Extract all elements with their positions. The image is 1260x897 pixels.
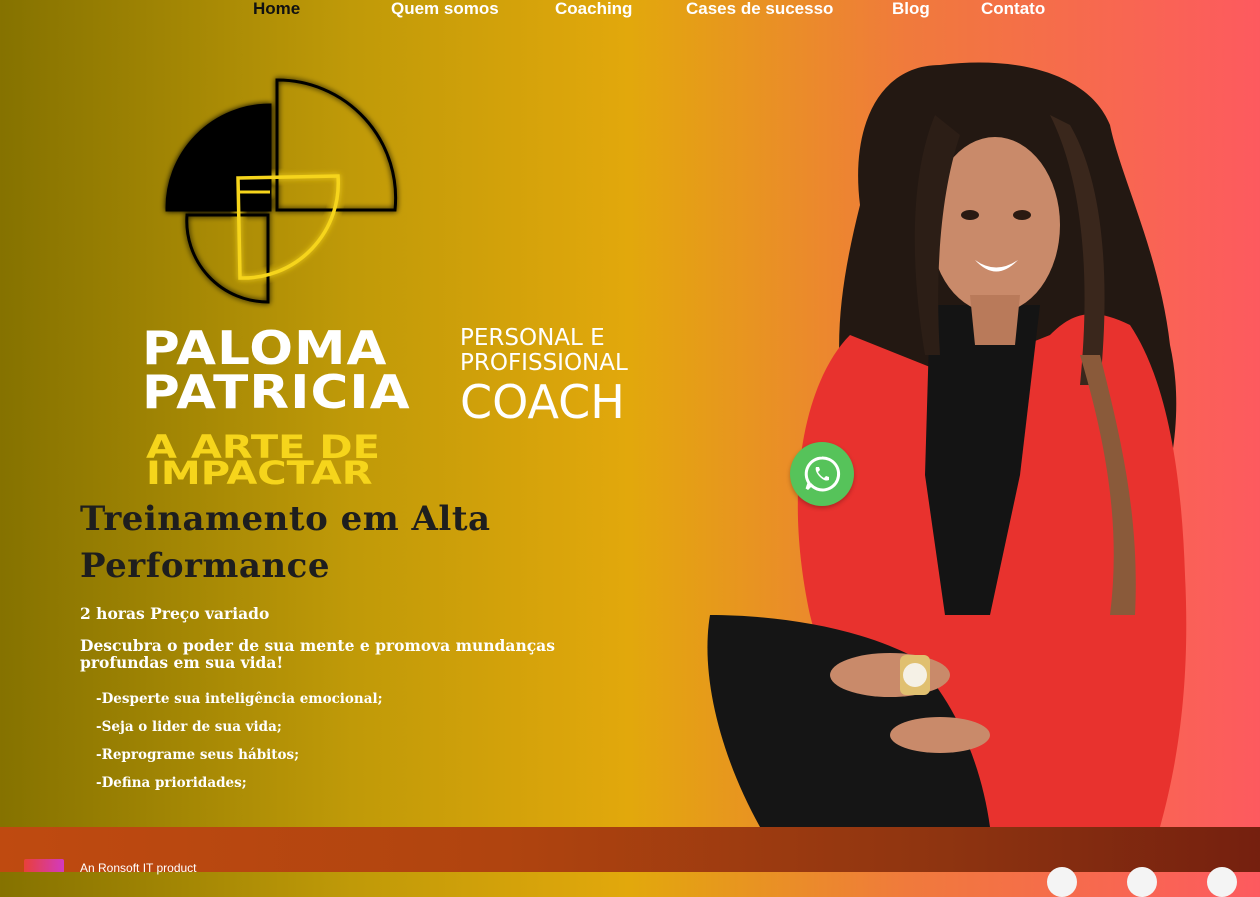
nav-home[interactable]: Home [253, 0, 300, 19]
brand-sub-line1: PERSONAL E [460, 325, 605, 351]
whatsapp-icon [804, 456, 841, 492]
brand-sub-line2: PROFISSIONAL [460, 350, 628, 376]
nav-quem-somos[interactable]: Quem somos [391, 0, 499, 19]
whatsapp-button[interactable] [790, 442, 854, 506]
service-meta: 2 horas Preço variado [80, 604, 270, 623]
service-title: Treinamento em Alta Performance [80, 499, 491, 586]
brand-name-line2: PATRICIA [142, 365, 411, 419]
nav-coaching[interactable]: Coaching [555, 0, 632, 19]
list-item: -Defina prioridades; [96, 775, 247, 791]
nav-contato[interactable]: Contato [981, 0, 1045, 19]
footer-credit: An Ronsoft IT product [80, 861, 197, 875]
list-item: -Seja o lider de sua vida; [96, 719, 282, 735]
brand-coach: COACH [460, 375, 625, 429]
coach-photo [707, 62, 1187, 827]
brand-name-line1: PALOMA [142, 321, 388, 375]
brand-tagline-line2: IMPACTAR [146, 454, 373, 492]
service-section: Treinamento em Alta Performance 2 horas … [80, 496, 650, 797]
service-description: Descubra o poder de sua mente e promova … [80, 636, 555, 672]
nav-blog[interactable]: Blog [892, 0, 930, 19]
nav-cases-de-sucesso[interactable]: Cases de sucesso [686, 0, 833, 19]
list-item: -Reprograme seus hábitos; [96, 747, 300, 763]
benefits-list: -Desperte sua inteligência emocional; -S… [96, 685, 650, 797]
ronsoft-logo [24, 859, 64, 872]
main-nav: Home Quem somos Coaching Cases de sucess… [0, 0, 1260, 24]
logo-mark [165, 78, 398, 304]
list-item: -Desperte sua inteligência emocional; [96, 691, 383, 707]
footer: An Ronsoft IT product [0, 827, 1260, 897]
